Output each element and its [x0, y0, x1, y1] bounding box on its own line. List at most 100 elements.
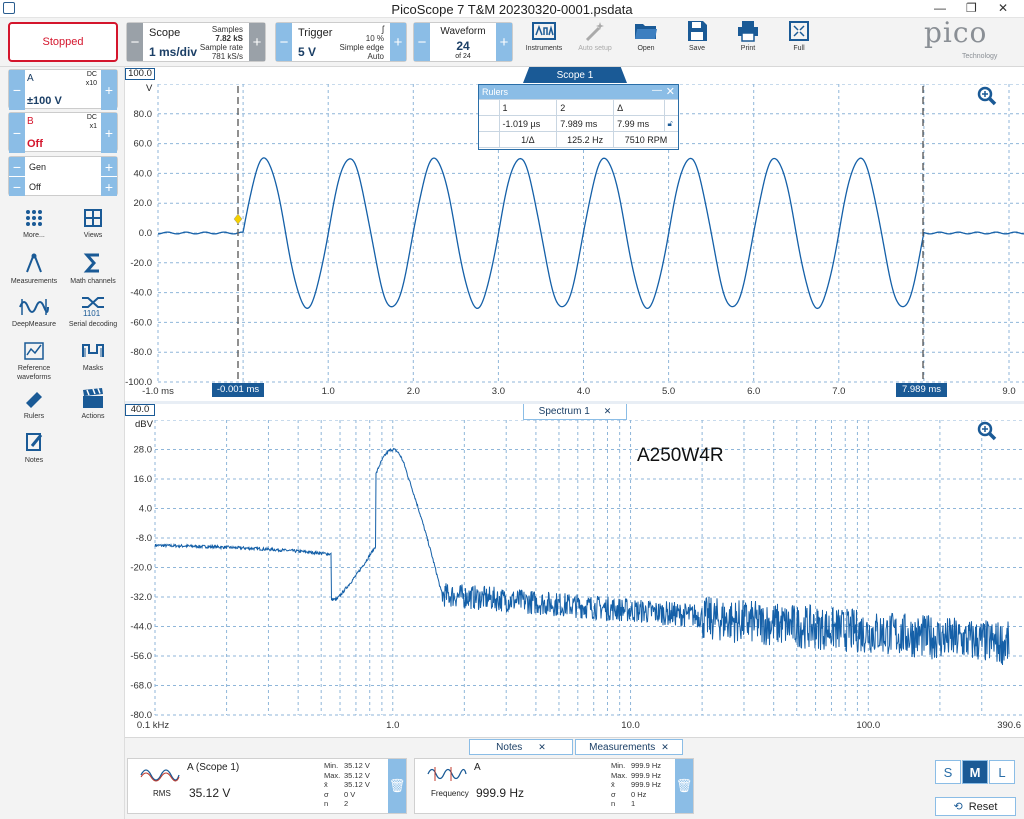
size-small-button[interactable]: S	[935, 760, 961, 784]
timebase-decrease-button[interactable]: −	[127, 23, 143, 61]
delete-rms-button[interactable]: 🗑︎	[388, 759, 406, 813]
rulers-header[interactable]: Rulers — ✕	[479, 85, 678, 99]
size-medium-button[interactable]: M	[962, 760, 988, 784]
waveform-number[interactable]: 24	[430, 39, 496, 53]
tab-scope-1[interactable]: Scope 1	[523, 67, 627, 83]
rulers-tool[interactable]: Rulers	[4, 389, 64, 421]
gen-state[interactable]: Off	[29, 182, 41, 192]
trigger-increase-button[interactable]: +	[390, 23, 406, 61]
channel-a-decrease-button[interactable]: −	[9, 70, 25, 110]
open-button[interactable]: Open	[622, 20, 670, 52]
waveform-previous-button[interactable]: −	[414, 23, 430, 61]
gen-state-increase-button[interactable]: +	[101, 177, 117, 196]
gen-state-decrease-button[interactable]: −	[9, 177, 25, 196]
serial-decoding-tool[interactable]: 1101 Serial decoding	[63, 295, 123, 329]
notes-tool[interactable]: Notes	[4, 431, 64, 465]
scope-label: Scope	[149, 27, 181, 39]
restore-icon[interactable]: ❐	[966, 1, 977, 15]
channel-a-control[interactable]: − A DC x10 ±100 V +	[8, 69, 118, 110]
trigger-decrease-button[interactable]: −	[276, 23, 292, 61]
channel-b-control[interactable]: − B DC x1 Off +	[8, 112, 118, 153]
close-icon[interactable]: ✕	[666, 85, 675, 98]
size-large-button[interactable]: L	[989, 760, 1015, 784]
timebase-increase-button[interactable]: +	[249, 23, 265, 61]
ruler-2-label[interactable]: 7.989 ms	[896, 383, 947, 397]
close-icon[interactable]: ✕	[998, 1, 1008, 15]
gen-decrease-button[interactable]: −	[9, 157, 25, 176]
channel-b-state[interactable]: Off	[27, 138, 43, 150]
reset-button[interactable]: ⟲ Reset	[935, 797, 1016, 816]
instruments-icon	[532, 22, 556, 40]
scope-x-tick: 9.0	[1002, 386, 1015, 397]
channel-a-range[interactable]: ±100 V	[27, 95, 62, 107]
trigger-mode[interactable]: Simple edge	[340, 43, 384, 52]
tab-spectrum-1[interactable]: Spectrum 1 ✕	[523, 404, 627, 420]
print-label: Print	[740, 45, 756, 52]
instruments-button[interactable]: Instruments	[520, 20, 568, 52]
mask-icon	[82, 344, 104, 357]
channel-b-probe[interactable]: x1	[90, 123, 97, 130]
rulers-panel[interactable]: Rulers — ✕ 1 2 Δ -1.019 µs 7.989 ms 7.99…	[478, 84, 679, 150]
zoom-icon[interactable]	[977, 86, 997, 106]
deepmeasure-tool[interactable]: DeepMeasure	[4, 297, 64, 329]
spectrum-annotation: A250W4R	[637, 445, 724, 466]
measurements-tool[interactable]: Measurements	[4, 252, 64, 286]
reference-waveforms-tool[interactable]: Reference waveforms	[4, 341, 64, 382]
sigma-icon	[83, 253, 99, 273]
channel-b-coupling[interactable]: DC	[87, 114, 97, 121]
spectrum-y-max-label[interactable]: 40.0	[125, 404, 155, 416]
ruler-rpm: 7510 RPM	[613, 131, 678, 148]
instruments-label: Instruments	[525, 45, 563, 52]
delete-frequency-button[interactable]: 🗑︎	[675, 759, 693, 813]
scope-y-tick: 20.0	[134, 198, 153, 209]
channel-b-decrease-button[interactable]: −	[9, 113, 25, 153]
spectrum-zoom-icon[interactable]	[977, 421, 997, 441]
actions-tool[interactable]: Actions	[63, 387, 123, 421]
minimize-icon[interactable]: —	[934, 1, 946, 15]
full-screen-button[interactable]: Full	[775, 20, 823, 52]
samples-value[interactable]: 7.82 kS	[215, 34, 243, 43]
spectrum-y-tick: 16.0	[134, 474, 153, 485]
masks-tool[interactable]: Masks	[63, 341, 123, 373]
channel-a-increase-button[interactable]: +	[101, 70, 117, 110]
ruler-col-2: 2	[556, 99, 615, 116]
run-stop-button[interactable]: Stopped	[8, 22, 118, 62]
signal-generator-control[interactable]: − − Gen Off + +	[8, 156, 118, 196]
channel-a-probe[interactable]: x10	[86, 80, 97, 87]
tab-notes[interactable]: Notes ✕	[469, 739, 573, 755]
save-button[interactable]: Save	[673, 20, 721, 52]
close-icon[interactable]: ✕	[538, 742, 546, 753]
deepmeasure-icon	[19, 299, 49, 315]
measurement-card-frequency[interactable]: Frequency A 999.9 Hz Min. Max. x̄ σ n 999.9 …	[414, 758, 694, 814]
waveform-next-button[interactable]: +	[496, 23, 512, 61]
auto-setup-button[interactable]: Auto setup	[571, 20, 619, 52]
tab-measurements[interactable]: Measurements ✕	[575, 739, 683, 755]
lock-icon[interactable]: 🔓︎	[663, 115, 678, 132]
save-disk-icon	[688, 21, 707, 41]
clapperboard-icon	[83, 388, 103, 408]
minimize-icon[interactable]: —	[652, 85, 662, 96]
spectrum-view[interactable]: 0.1 kHz 1.0 10.0 100.0 390.6 28.0 16.0 4.0 -8.0…	[125, 420, 1024, 735]
timebase-value[interactable]: 1 ms/div	[149, 45, 197, 59]
more-tool[interactable]: More...	[4, 208, 64, 240]
ruler-1-label[interactable]: -0.001 ms	[212, 383, 264, 397]
channel-a-coupling[interactable]: DC	[87, 71, 97, 78]
trigger-level[interactable]: 5 V	[298, 45, 316, 59]
left-panel: − A DC x10 ±100 V + − B DC x1 Off + − − …	[0, 67, 125, 819]
scope-y-tick: -20.0	[130, 258, 152, 269]
scope-x-tick: 3.0	[492, 386, 505, 397]
trigger-auto[interactable]: Auto	[368, 52, 384, 61]
close-icon[interactable]: ✕	[661, 742, 669, 753]
close-icon[interactable]: ✕	[604, 406, 612, 417]
frequency-source: A	[474, 762, 481, 773]
channel-b-increase-button[interactable]: +	[101, 113, 117, 153]
gen-increase-button[interactable]: +	[101, 157, 117, 176]
views-tool[interactable]: Views	[63, 208, 123, 240]
trigger-control: − Trigger 5 V ʃ 10 % Simple edge Auto +	[275, 22, 407, 62]
math-channels-tool[interactable]: Math channels	[63, 252, 123, 286]
measurement-card-rms[interactable]: RMS A (Scope 1) 35.12 V Min. Max. x̄ σ n 35.…	[127, 758, 407, 814]
print-button[interactable]: Print	[724, 20, 772, 52]
scope-y-max-label[interactable]: 100.0	[125, 68, 155, 80]
more-dots-icon	[26, 210, 42, 226]
scope-x-tick: 2.0	[407, 386, 420, 397]
